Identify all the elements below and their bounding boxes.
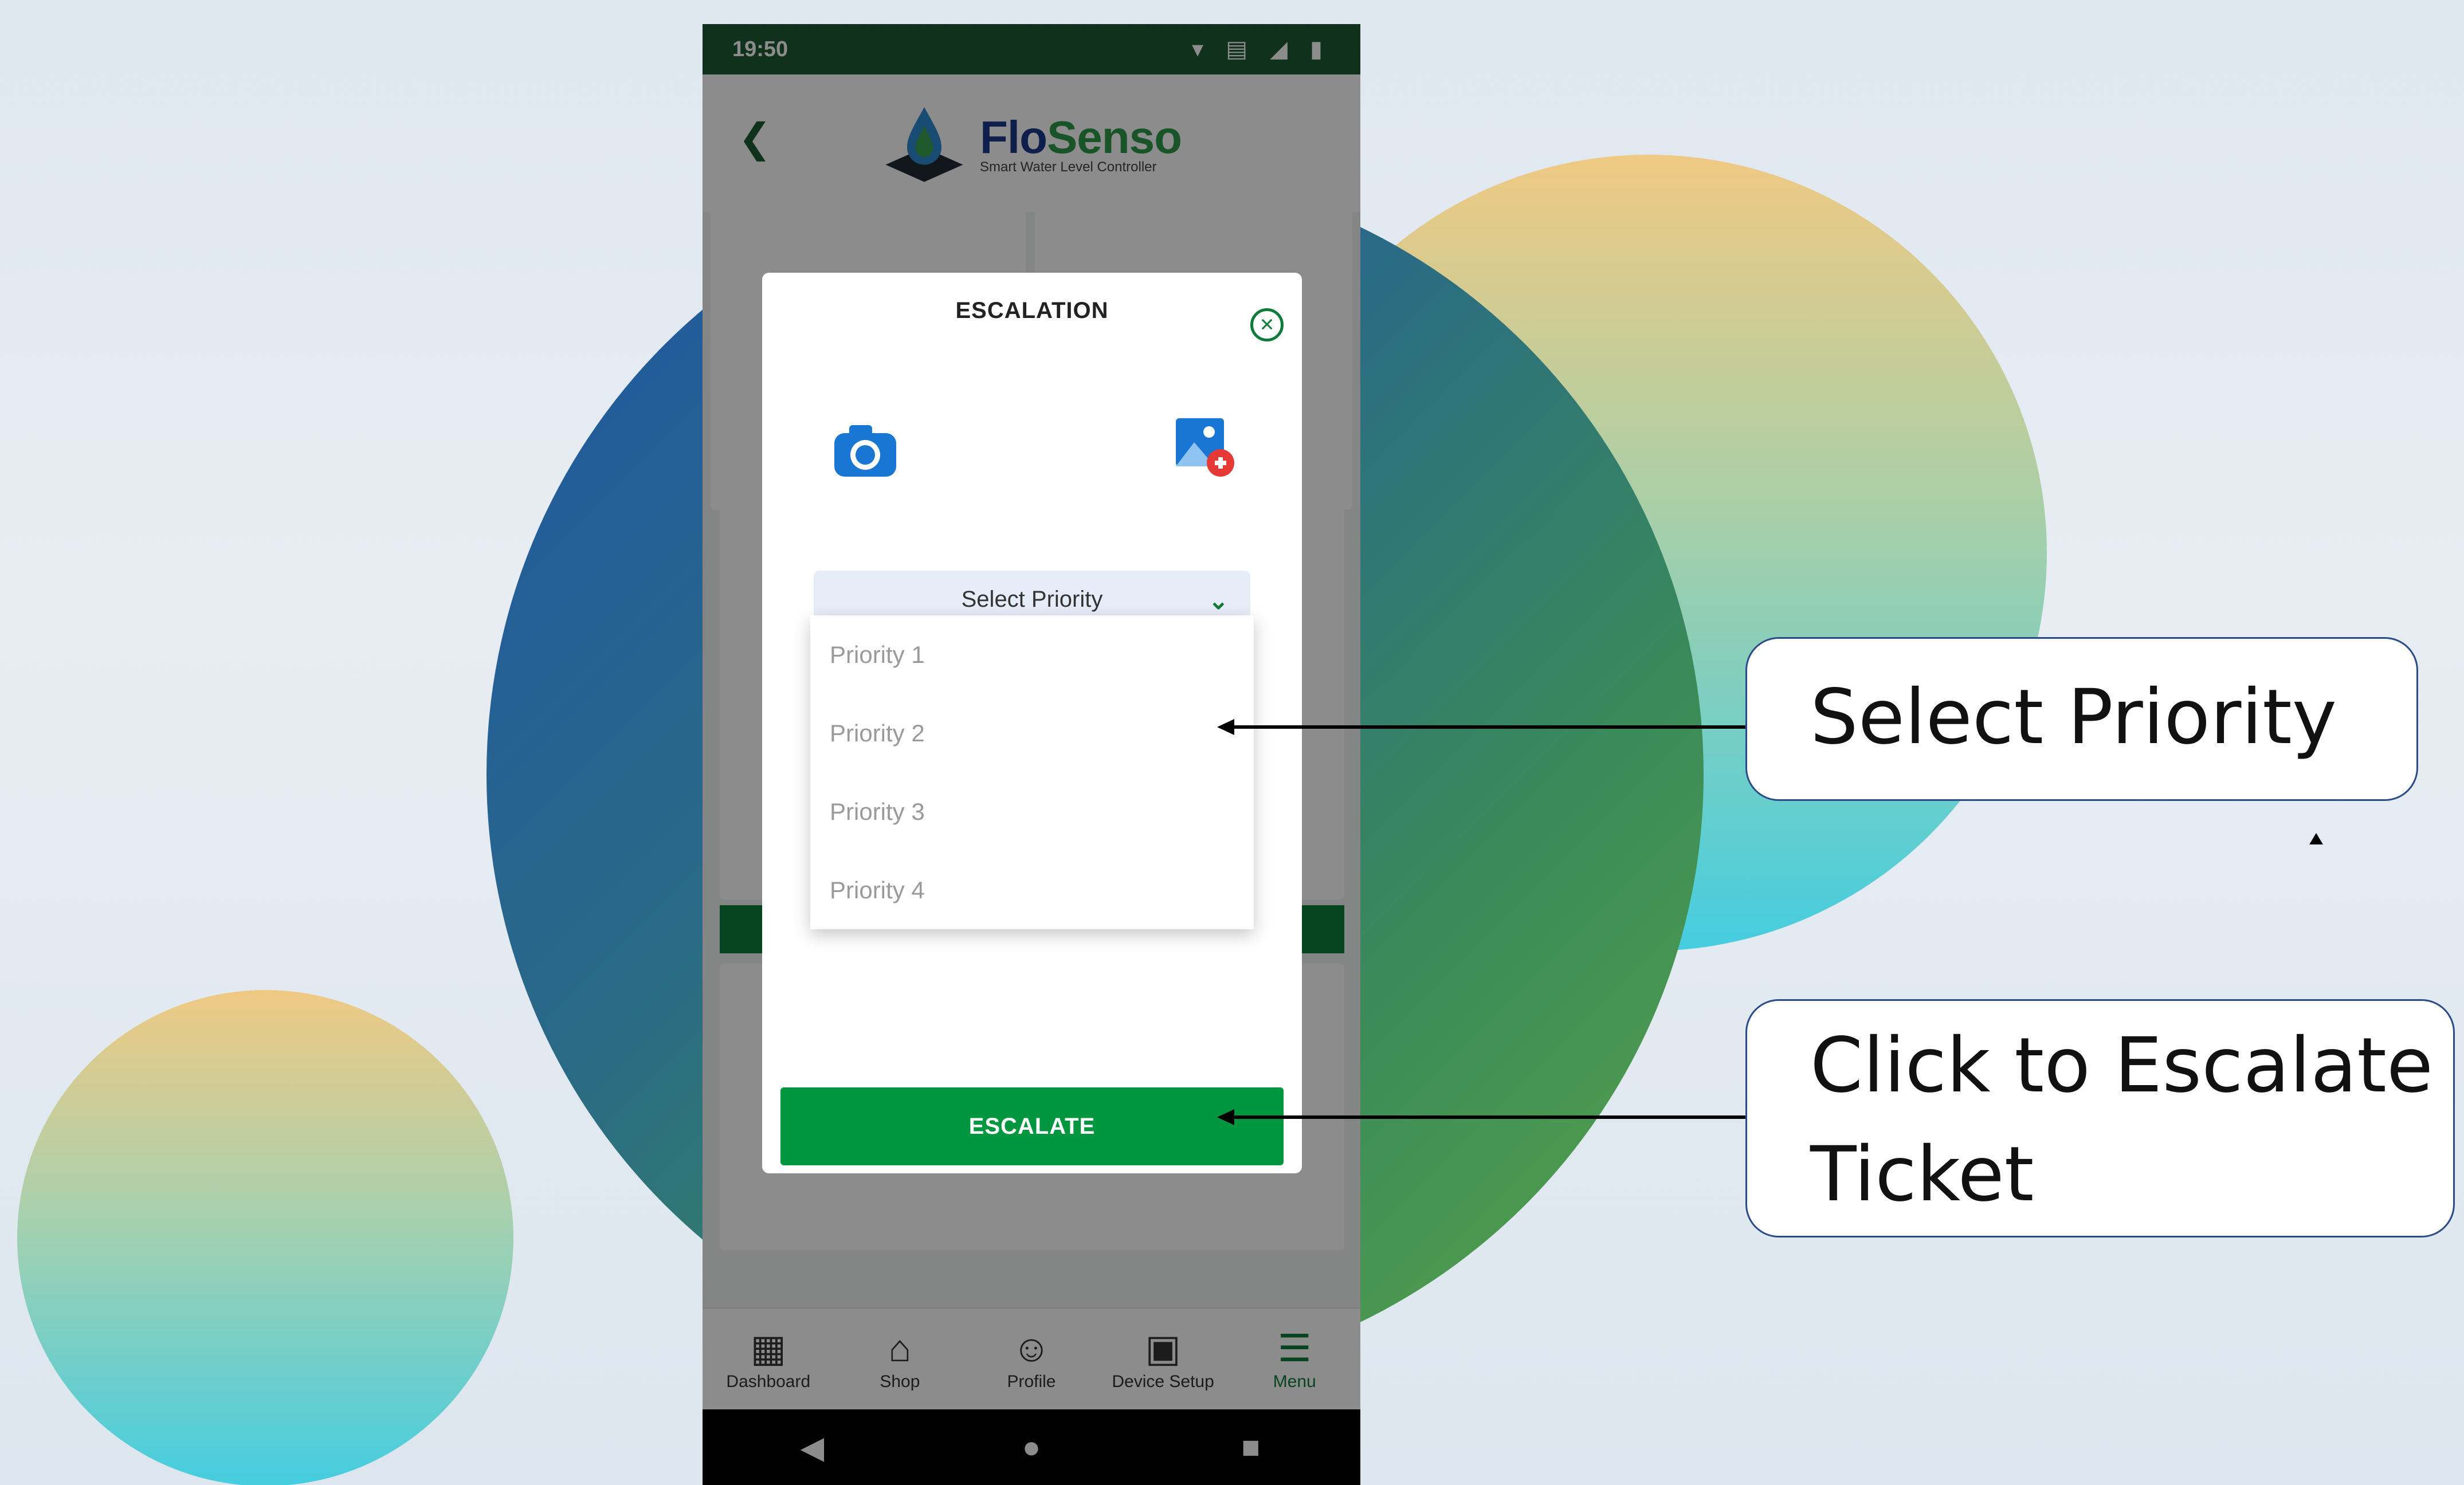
callout-arrow-priority: [1233, 725, 1745, 729]
priority-select-label: Select Priority: [961, 586, 1103, 612]
camera-icon[interactable]: [832, 422, 899, 479]
add-image-icon[interactable]: [1174, 416, 1237, 479]
decor-circle-left: [17, 990, 513, 1485]
callout-text-line2: Ticket: [1810, 1130, 2034, 1219]
arrow-head-priority: [1217, 719, 1234, 735]
close-circle-icon[interactable]: ×: [1250, 308, 1284, 341]
callout-text: Select Priority: [1810, 673, 2337, 761]
priority-option-3[interactable]: Priority 3: [810, 772, 1254, 851]
escalate-button[interactable]: ESCALATE: [780, 1087, 1284, 1165]
chevron-down-icon: ⌄: [1208, 587, 1229, 614]
callout-select-priority: Select Priority: [1745, 637, 2418, 801]
priority-option-4[interactable]: Priority 4: [810, 851, 1254, 929]
phone-screen: 19:50 ▾ ▤ ◢ ▮ ❮ FloSenso Smart Water Lev…: [703, 24, 1360, 1485]
arrow-head-escalate: [1217, 1109, 1234, 1125]
modal-title: ESCALATION: [955, 298, 1109, 323]
callout-escalate-ticket: Click to Escalate Ticket: [1745, 999, 2455, 1238]
priority-option-2[interactable]: Priority 2: [810, 694, 1254, 772]
callout-text-line1: Click to Escalate: [1810, 1022, 2434, 1110]
callout-arrow-escalate: [1233, 1115, 1745, 1119]
triangle-marker: [2309, 833, 2323, 844]
priority-option-1[interactable]: Priority 1: [810, 615, 1254, 694]
priority-dropdown-list: Priority 1 Priority 2 Priority 3 Priorit…: [810, 615, 1254, 929]
